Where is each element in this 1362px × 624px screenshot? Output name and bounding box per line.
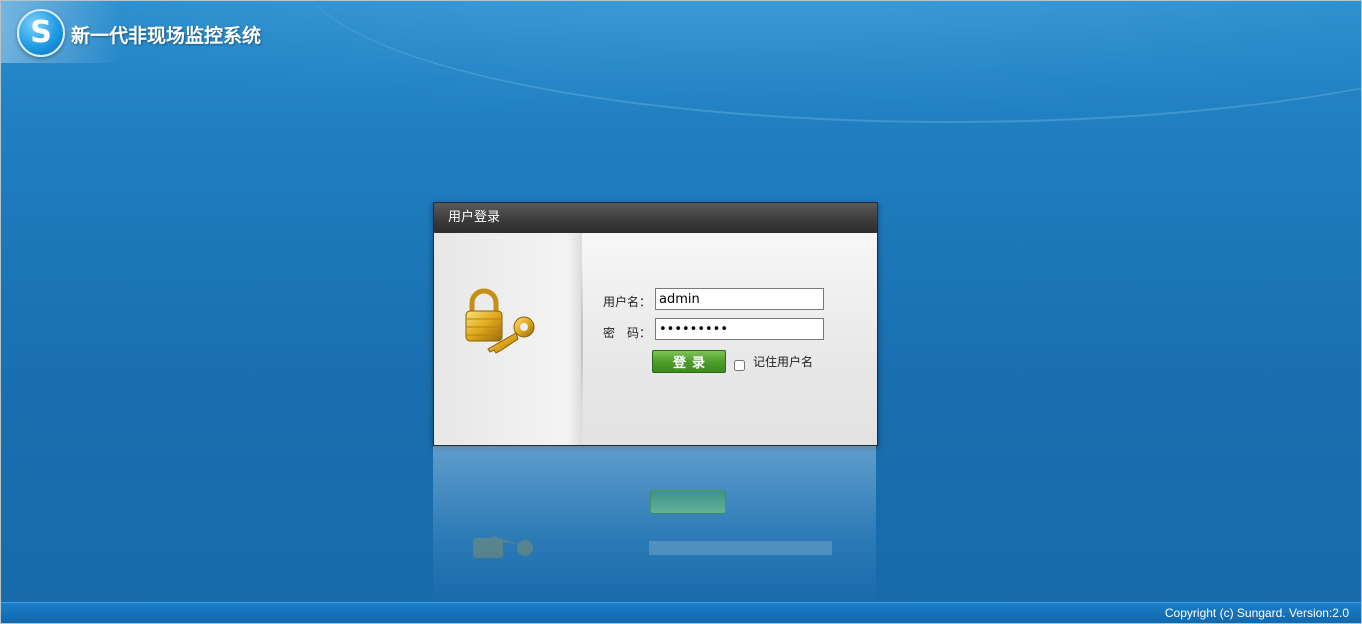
login-panel-body: 用户名： 密 码： 登录 记住用户名 <box>434 233 877 445</box>
copyright-text: Copyright (c) Sungard. Version:2.0 <box>1164 606 1349 620</box>
app-title: 新一代非现场监控系统 <box>71 25 262 47</box>
login-panel-reflection <box>433 446 876 601</box>
login-divider <box>581 263 583 413</box>
password-input[interactable] <box>655 318 824 340</box>
padlock-key-icon <box>465 288 535 354</box>
padlock-key-reflection-icon <box>473 536 533 558</box>
login-panel-title: 用户登录 <box>434 203 877 233</box>
login-panel: 用户登录 用户名： admin 密 码： 登录 记住用户名 <box>433 202 878 446</box>
form-reflection <box>649 541 832 555</box>
footer-bar: Copyright (c) Sungard. Version:2.0 <box>1 602 1361 623</box>
username-label: 用户名： <box>603 295 652 309</box>
remember-username-checkbox[interactable] <box>734 360 745 371</box>
remember-username-label: 记住用户名 <box>753 355 814 369</box>
password-label: 密 码： <box>603 326 652 340</box>
username-input[interactable] <box>655 288 824 310</box>
login-button[interactable]: 登录 <box>652 350 726 373</box>
app-header: S 新一代非现场监控系统 <box>1 1 261 65</box>
login-page: S 新一代非现场监控系统 用户登录 用户名： admin 密 码： 登录 记住用… <box>0 0 1362 624</box>
login-illustration-pane <box>434 233 582 445</box>
login-button-reflection <box>650 490 726 514</box>
app-logo-icon: S <box>17 9 65 57</box>
